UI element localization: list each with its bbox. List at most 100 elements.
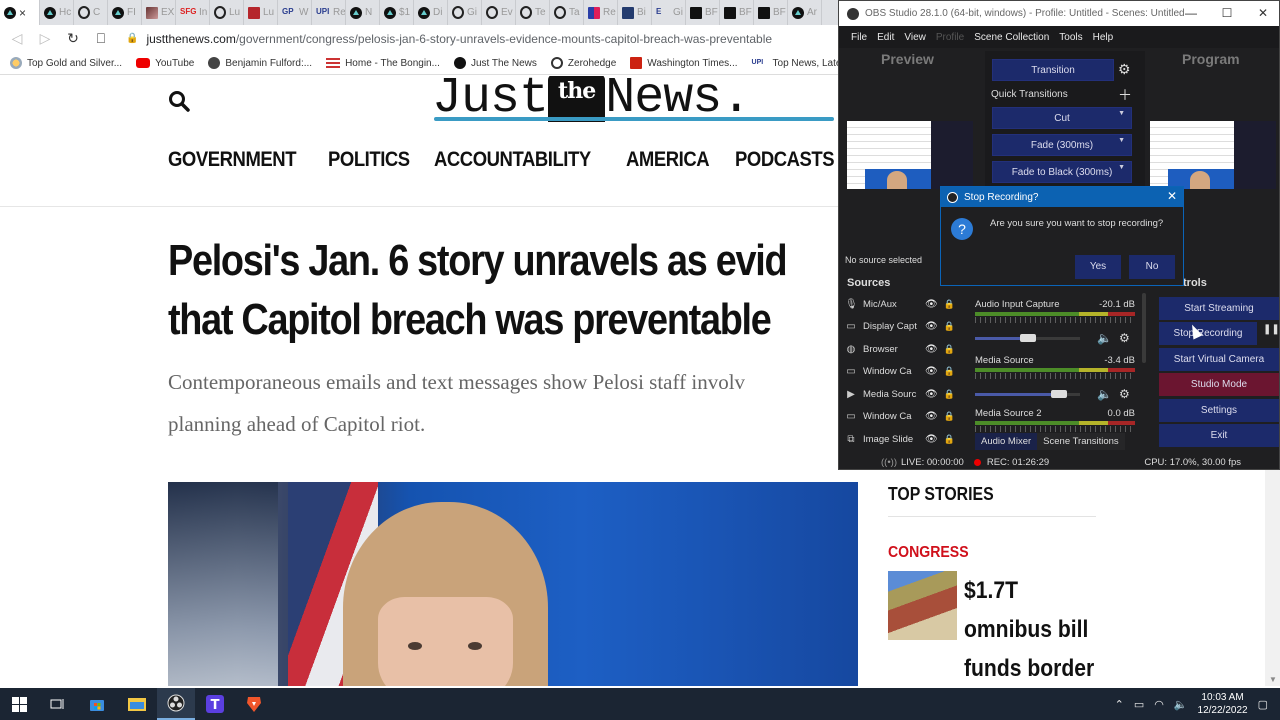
search-icon[interactable] (168, 90, 190, 112)
menu-help[interactable]: Help (1093, 32, 1114, 43)
source-item[interactable]: ▭ Window Ca 👁 🔒 (839, 406, 961, 429)
bookmark-item[interactable]: UPI Top News, Latest he... (752, 57, 838, 69)
browser-tab[interactable]: $1 (380, 0, 414, 25)
obs-app[interactable] (157, 688, 195, 720)
tab-close-icon[interactable]: × (19, 6, 26, 20)
transition-button[interactable]: Transition (992, 59, 1114, 81)
add-quick-transition-plus-icon[interactable]: ＋ (1118, 85, 1132, 105)
source-item[interactable]: ◍ Browser 👁 🔒 (839, 338, 961, 361)
lock-icon[interactable]: 🔒 (944, 344, 955, 355)
browser-tab[interactable]: Di (414, 0, 448, 25)
muted-speaker-icon[interactable]: 🔈 (1097, 331, 1112, 345)
speaker-icon[interactable]: 🔈 (1097, 387, 1112, 401)
no-button[interactable]: No (1129, 255, 1175, 279)
source-item[interactable]: ▭ Display Capt 👁 🔒 (839, 316, 961, 339)
source-item[interactable]: 🎙 Mic/Aux 👁 🔒 (839, 293, 961, 316)
studio-mode-button[interactable]: Studio Mode (1159, 373, 1279, 396)
browser-tab[interactable]: E Gi (652, 0, 686, 25)
reload-button[interactable]: ↻ (66, 30, 80, 47)
chevron-down-icon[interactable]: ▼ (1118, 157, 1125, 179)
lock-icon[interactable]: 🔒 (944, 434, 955, 445)
browser-tab[interactable]: BF (754, 0, 788, 25)
browser-tab[interactable]: C (74, 0, 108, 25)
bookmark-item[interactable]: YouTube (136, 58, 194, 69)
visibility-eye-icon[interactable]: 👁 (925, 411, 938, 422)
lock-icon[interactable]: 🔒 (944, 299, 955, 310)
browser-tab[interactable]: SFG In (176, 0, 210, 25)
yes-button[interactable]: Yes (1075, 255, 1121, 279)
bookmark-item[interactable]: Benjamin Fulford:... (208, 57, 312, 69)
bookmark-item[interactable]: Just The News (453, 57, 537, 69)
menu-file[interactable]: File (851, 32, 867, 43)
bookmark-item[interactable]: Zerohedge (550, 57, 616, 69)
browser-tab[interactable]: BF (720, 0, 754, 25)
forward-button[interactable]: ▷ (38, 30, 52, 47)
browser-tab[interactable]: BF (686, 0, 720, 25)
channel-settings-gear-icon[interactable]: ⚙ (1119, 331, 1130, 345)
volume-icon[interactable]: 🔈 (1174, 698, 1188, 711)
slider-knob[interactable] (1020, 334, 1036, 342)
nav-government[interactable]: GOVERNMENT (168, 148, 296, 172)
browser-tab[interactable]: Lu (244, 0, 278, 25)
task-view-button[interactable] (38, 688, 76, 720)
story-title[interactable]: $1.7T omnibus bill funds border (964, 571, 1114, 686)
system-clock[interactable]: 10:03 AM 12/22/2022 (1198, 691, 1248, 717)
source-item[interactable]: ▶ Media Sourc 👁 🔒 (839, 383, 961, 406)
store-app[interactable] (78, 688, 116, 720)
chevron-down-icon[interactable]: ▼ (1118, 130, 1125, 152)
menu-scene-collection[interactable]: Scene Collection (974, 32, 1049, 43)
stop-recording-button[interactable]: Stop Recording (1159, 322, 1257, 345)
source-item[interactable]: ▭ Window Ca 👁 🔒 (839, 361, 961, 384)
browser-tab[interactable]: FI (108, 0, 142, 25)
visibility-eye-icon[interactable]: 👁 (925, 321, 938, 332)
visibility-eye-icon[interactable]: 👁 (925, 344, 938, 355)
volume-slider[interactable] (975, 334, 1080, 342)
slider-knob[interactable] (1051, 390, 1067, 398)
browser-tab[interactable]: N (346, 0, 380, 25)
source-item[interactable]: ⧉ Image Slide 👁 🔒 (839, 428, 961, 451)
lock-icon[interactable]: 🔒 (944, 411, 955, 422)
lock-icon[interactable]: 🔒 (944, 366, 955, 377)
nav-politics[interactable]: POLITICS (328, 148, 410, 172)
menu-view[interactable]: View (904, 32, 926, 43)
menu-edit[interactable]: Edit (877, 32, 894, 43)
start-streaming-button[interactable]: Start Streaming (1159, 297, 1279, 320)
visibility-eye-icon[interactable]: 👁 (925, 299, 938, 310)
maximize-button[interactable]: ☐ (1209, 1, 1245, 26)
browser-tab[interactable]: Ev (482, 0, 516, 25)
notifications-icon[interactable]: ▢ (1258, 698, 1268, 711)
battery-icon[interactable]: ▭ (1134, 698, 1144, 711)
quick-transition-cut[interactable]: Cut ▼ (992, 107, 1132, 129)
start-virtual-camera-button[interactable]: Start Virtual Camera (1159, 348, 1279, 371)
browser-tab-active[interactable]: × (0, 0, 40, 25)
browser-tab[interactable]: UPI Re (312, 0, 346, 25)
preview-canvas[interactable] (847, 121, 973, 189)
browser-tab[interactable]: Ta (550, 0, 584, 25)
visibility-eye-icon[interactable]: 👁 (925, 434, 938, 445)
story-category[interactable]: CONGRESS (888, 544, 969, 562)
settings-button[interactable]: Settings (1159, 399, 1279, 422)
browser-tab[interactable]: Gi (448, 0, 482, 25)
quick-transition-fade-black[interactable]: Fade to Black (300ms) ▼ (992, 161, 1132, 183)
nav-america[interactable]: AMERICA (626, 148, 710, 172)
back-button[interactable]: ◁ (10, 30, 24, 47)
exit-button[interactable]: Exit (1159, 424, 1279, 447)
quick-transition-fade[interactable]: Fade (300ms) ▼ (992, 134, 1132, 156)
browser-tab[interactable]: Ar (788, 0, 822, 25)
tab-audio-mixer[interactable]: Audio Mixer (975, 433, 1038, 450)
nav-podcasts[interactable]: PODCASTS (735, 148, 835, 172)
scroll-down-icon[interactable]: ▼ (1269, 675, 1277, 684)
browser-tab[interactable]: GP W (278, 0, 312, 25)
nav-accountability[interactable]: ACCOUNTABILITY (434, 148, 591, 172)
chevron-down-icon[interactable]: ▼ (1118, 103, 1125, 125)
program-canvas[interactable] (1150, 121, 1276, 189)
lock-icon[interactable]: 🔒 (944, 389, 955, 400)
visibility-eye-icon[interactable]: 👁 (925, 389, 938, 400)
page-scrollbar[interactable]: ▼ (1265, 466, 1280, 686)
t-app[interactable]: T (196, 688, 234, 720)
bookmark-item[interactable]: Top Gold and Silver... (10, 57, 122, 69)
tab-scene-transitions[interactable]: Scene Transitions (1037, 433, 1125, 450)
start-button[interactable] (0, 688, 38, 720)
browser-tab[interactable]: Lu (210, 0, 244, 25)
minimize-button[interactable]: — (1173, 1, 1209, 26)
